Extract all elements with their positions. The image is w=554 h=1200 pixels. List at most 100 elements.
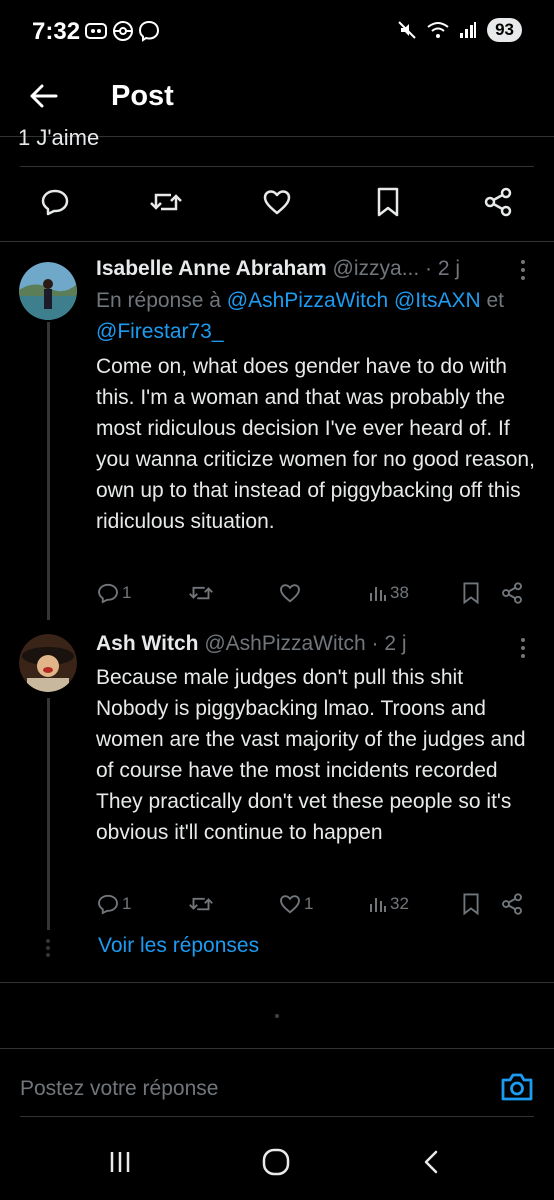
retweet-icon bbox=[189, 586, 213, 600]
bookmark-button[interactable] bbox=[370, 184, 406, 220]
bookmark-button[interactable] bbox=[460, 579, 482, 607]
avatar[interactable] bbox=[19, 634, 77, 692]
timestamp[interactable]: 2 j bbox=[384, 632, 406, 655]
view-count: 32 bbox=[390, 894, 409, 913]
home-icon bbox=[262, 1148, 290, 1176]
more-options-icon[interactable] bbox=[518, 258, 528, 282]
share-button[interactable] bbox=[480, 184, 516, 220]
share-button[interactable] bbox=[500, 890, 524, 918]
views-button[interactable]: 38 bbox=[368, 579, 409, 607]
signal-icon bbox=[460, 22, 477, 38]
pokeball-icon bbox=[113, 21, 133, 41]
thread-line bbox=[47, 698, 50, 930]
reply-icon bbox=[98, 583, 118, 604]
battery-indicator: 93 bbox=[487, 18, 522, 42]
reply-button[interactable]: 1 bbox=[96, 890, 131, 918]
like-button[interactable] bbox=[259, 184, 295, 220]
tweet-action-bar: 1 38 bbox=[96, 579, 528, 607]
reply-and: et bbox=[486, 289, 505, 312]
recent-apps-icon bbox=[110, 1152, 130, 1172]
share-icon bbox=[484, 187, 512, 217]
reply-button[interactable] bbox=[37, 184, 73, 220]
author-handle[interactable]: @AshPizzaWitch bbox=[204, 632, 365, 655]
share-button[interactable] bbox=[500, 579, 524, 607]
bookmark-icon bbox=[463, 893, 479, 916]
retweet-icon bbox=[150, 193, 182, 211]
mention-link[interactable]: @Firestar73_ bbox=[96, 320, 224, 343]
reply-composer[interactable]: Postez votre réponse bbox=[0, 1049, 554, 1117]
separator: · bbox=[425, 257, 433, 280]
retweet-button[interactable] bbox=[148, 184, 184, 220]
camera-icon bbox=[501, 1073, 533, 1101]
status-icons-right: 93 bbox=[397, 18, 522, 42]
reply-icon bbox=[98, 894, 118, 915]
arrow-left-icon bbox=[30, 84, 58, 108]
separator: · bbox=[371, 632, 379, 655]
divider bbox=[0, 982, 554, 983]
mention-link[interactable]: @ItsAXN bbox=[394, 289, 481, 312]
system-nav-bar bbox=[0, 1120, 554, 1200]
gamepad-icon bbox=[85, 23, 107, 39]
timestamp[interactable]: 2 j bbox=[438, 257, 460, 280]
tweet-text-line: Nobody is piggybacking lmao. Troons and … bbox=[96, 697, 526, 782]
like-icon bbox=[263, 190, 291, 215]
retweet-button[interactable] bbox=[188, 579, 214, 607]
bookmark-button[interactable] bbox=[460, 890, 482, 918]
reply-input[interactable]: Postez votre réponse bbox=[20, 1077, 218, 1101]
tweet-text: Because male judges don't pull this shit… bbox=[96, 662, 536, 848]
retweet-button[interactable] bbox=[188, 890, 214, 918]
reply-count: 1 bbox=[122, 894, 132, 913]
author-name[interactable]: Isabelle Anne Abraham bbox=[96, 257, 327, 280]
tweet-action-bar: 1 1 32 bbox=[96, 890, 528, 918]
share-icon bbox=[502, 893, 522, 915]
status-icons-left bbox=[84, 20, 160, 42]
home-button[interactable] bbox=[258, 1144, 294, 1180]
tweet-header: Ash Witch @AshPizzaWitch · 2 j bbox=[96, 632, 407, 656]
loading-dot bbox=[275, 1014, 279, 1018]
divider bbox=[20, 1116, 534, 1117]
show-replies-link[interactable]: Voir les réponses bbox=[98, 934, 259, 958]
bookmark-icon bbox=[377, 187, 399, 217]
divider bbox=[20, 166, 534, 167]
messenger-icon bbox=[138, 20, 160, 42]
like-icon bbox=[280, 584, 300, 603]
tweet-text-line: Because male judges don't pull this shit bbox=[96, 666, 464, 689]
reply-prefix: En réponse à bbox=[96, 289, 221, 312]
camera-button[interactable] bbox=[499, 1071, 535, 1103]
bookmark-icon bbox=[463, 582, 479, 605]
wifi-icon bbox=[427, 22, 449, 38]
system-back-button[interactable] bbox=[414, 1144, 450, 1180]
like-count: 1 bbox=[304, 894, 314, 913]
recent-apps-button[interactable] bbox=[102, 1144, 138, 1180]
page-title: Post bbox=[111, 80, 174, 112]
reply-button[interactable]: 1 bbox=[96, 579, 131, 607]
author-handle[interactable]: @izzya... bbox=[333, 257, 420, 280]
tweet-text-line: They practically don't vet these people … bbox=[96, 790, 512, 844]
top-header: Post bbox=[0, 64, 554, 137]
reply-count: 1 bbox=[122, 583, 132, 602]
view-count: 38 bbox=[390, 583, 409, 602]
mention-link[interactable]: @AshPizzaWitch bbox=[227, 289, 388, 312]
like-button[interactable]: 1 bbox=[278, 890, 313, 918]
tweet-text: Come on, what does gender have to do wit… bbox=[96, 355, 535, 533]
retweet-icon bbox=[189, 897, 213, 911]
status-time: 7:32 bbox=[32, 18, 81, 45]
status-bar: 7:32 93 bbox=[0, 0, 554, 64]
replying-to: En réponse à @AshPizzaWitch @ItsAXN et @… bbox=[96, 285, 526, 347]
previous-post-likes[interactable]: 1 J'aime bbox=[18, 125, 99, 151]
chevron-left-icon bbox=[424, 1150, 438, 1174]
thread-continuation-dots bbox=[46, 939, 50, 957]
mute-icon bbox=[398, 21, 416, 39]
author-name[interactable]: Ash Witch bbox=[96, 632, 198, 655]
reply-icon bbox=[41, 189, 69, 216]
avatar[interactable] bbox=[19, 262, 77, 320]
views-icon bbox=[370, 898, 386, 912]
back-button[interactable] bbox=[26, 78, 62, 114]
more-options-icon[interactable] bbox=[518, 636, 528, 660]
share-icon bbox=[502, 582, 522, 604]
views-icon bbox=[370, 587, 386, 601]
views-button[interactable]: 32 bbox=[368, 890, 409, 918]
post-action-bar bbox=[0, 178, 554, 232]
like-button[interactable] bbox=[278, 579, 304, 607]
like-icon bbox=[280, 895, 300, 914]
